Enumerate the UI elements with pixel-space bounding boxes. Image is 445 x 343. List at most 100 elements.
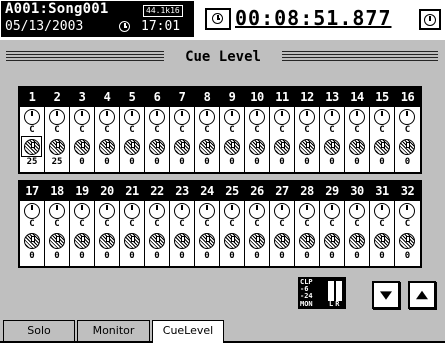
- channel-strip-3: 3 C 0: [70, 88, 95, 172]
- channel-number: 1: [20, 88, 44, 107]
- pan-value: C: [154, 219, 160, 229]
- sample-format-badge: 44.1k16: [143, 5, 183, 17]
- level-knob-icon[interactable]: [249, 233, 265, 249]
- pan-knob-icon[interactable]: [299, 109, 315, 125]
- title-decoration-right: [282, 51, 438, 63]
- pan-value: C: [204, 125, 210, 135]
- pan-knob-icon[interactable]: [224, 203, 240, 219]
- pan-knob-icon[interactable]: [149, 109, 165, 125]
- pan-knob-icon[interactable]: [124, 203, 140, 219]
- level-knob-icon[interactable]: [274, 233, 290, 249]
- level-knob-icon[interactable]: [274, 139, 290, 155]
- pan-knob-icon[interactable]: [149, 203, 165, 219]
- level-knob-icon[interactable]: [124, 139, 140, 155]
- counter-clock-icon[interactable]: [205, 8, 231, 30]
- channel-number: 9: [220, 88, 244, 107]
- tab-monitor[interactable]: Monitor: [77, 320, 150, 341]
- level-knob-icon[interactable]: [74, 139, 90, 155]
- pan-knob-icon[interactable]: [374, 109, 390, 125]
- level-knob-icon[interactable]: [124, 233, 140, 249]
- pan-knob-icon[interactable]: [324, 109, 340, 125]
- level-knob-icon[interactable]: [349, 233, 365, 249]
- pan-knob-icon[interactable]: [174, 109, 190, 125]
- level-knob-icon[interactable]: [199, 139, 215, 155]
- level-knob-icon[interactable]: [74, 233, 90, 249]
- channel-number: 32: [395, 182, 420, 201]
- pan-knob-icon[interactable]: [299, 203, 315, 219]
- scroll-up-button[interactable]: [408, 281, 436, 309]
- pan-knob-icon[interactable]: [74, 109, 90, 125]
- pan-knob-icon[interactable]: [74, 203, 90, 219]
- channel-grid-1-16: 1 C 25 2 C 25 3 C 0 4 C 0 5 C 0 6 C 0 7 C 0 8 C 0 9 C 0 10 C 0 11 C 0 12 C…: [18, 86, 422, 174]
- pan-knob-icon[interactable]: [249, 203, 265, 219]
- level-knob-icon[interactable]: [399, 139, 415, 155]
- level-knob-icon[interactable]: [324, 233, 340, 249]
- level-knob-icon[interactable]: [399, 233, 415, 249]
- song-time: 17:01: [141, 19, 181, 34]
- level-knob-icon[interactable]: [224, 233, 240, 249]
- pan-knob-icon[interactable]: [124, 109, 140, 125]
- pan-knob-icon[interactable]: [399, 203, 415, 219]
- page-title-bar: Cue Level: [6, 47, 438, 68]
- level-knob-icon[interactable]: [174, 139, 190, 155]
- level-value: 0: [179, 251, 185, 261]
- channel-number: 5: [120, 88, 144, 107]
- pan-knob-icon[interactable]: [374, 203, 390, 219]
- tab-solo[interactable]: Solo: [3, 320, 75, 341]
- pan-knob-icon[interactable]: [349, 109, 365, 125]
- channel-number: 2: [45, 88, 69, 107]
- pan-knob-icon[interactable]: [199, 203, 215, 219]
- level-knob-icon[interactable]: [99, 139, 115, 155]
- pan-knob-icon[interactable]: [324, 203, 340, 219]
- level-knob-icon[interactable]: [224, 139, 240, 155]
- pan-knob-icon[interactable]: [49, 203, 65, 219]
- level-knob-icon[interactable]: [349, 139, 365, 155]
- pan-knob-icon[interactable]: [24, 109, 40, 125]
- channel-number: 30: [345, 182, 369, 201]
- level-knob-icon[interactable]: [299, 233, 315, 249]
- level-value: 0: [79, 251, 85, 261]
- pan-knob-icon[interactable]: [174, 203, 190, 219]
- pan-knob-icon[interactable]: [399, 109, 415, 125]
- cue-level-meter: CLP -6 -24 MON LR: [298, 277, 346, 309]
- time-counter: 00:08:51.877: [235, 6, 392, 30]
- pan-knob-icon[interactable]: [24, 203, 40, 219]
- level-knob-icon[interactable]: [249, 139, 265, 155]
- pan-knob-icon[interactable]: [199, 109, 215, 125]
- pan-knob-icon[interactable]: [99, 203, 115, 219]
- level-knob-icon[interactable]: [174, 233, 190, 249]
- pan-value: C: [304, 125, 310, 135]
- level-knob-icon[interactable]: [324, 139, 340, 155]
- song-name: A001:Song001: [5, 1, 109, 17]
- level-knob-icon[interactable]: [49, 233, 65, 249]
- mtc-clock-icon[interactable]: [419, 9, 441, 30]
- scroll-down-button[interactable]: [372, 281, 400, 309]
- pan-knob-icon[interactable]: [349, 203, 365, 219]
- level-knob-icon[interactable]: [149, 233, 165, 249]
- level-knob-icon[interactable]: [374, 233, 390, 249]
- level-knob-icon[interactable]: [49, 139, 65, 155]
- pan-knob-icon[interactable]: [99, 109, 115, 125]
- pan-value: C: [179, 125, 185, 135]
- song-info-box[interactable]: A001:Song001 44.1k16 05/13/2003 17:01: [1, 1, 194, 37]
- pan-value: C: [279, 125, 285, 135]
- channel-number: 29: [320, 182, 344, 201]
- level-value: 0: [29, 251, 35, 261]
- pan-knob-icon[interactable]: [49, 109, 65, 125]
- pan-knob-icon[interactable]: [274, 203, 290, 219]
- channel-strip-16: 16 C 0: [395, 88, 420, 172]
- arrow-up-icon: [416, 290, 428, 300]
- pan-knob-icon[interactable]: [224, 109, 240, 125]
- pan-knob-icon[interactable]: [274, 109, 290, 125]
- level-knob-icon[interactable]: [199, 233, 215, 249]
- level-knob-icon[interactable]: [299, 139, 315, 155]
- level-knob-icon[interactable]: [99, 233, 115, 249]
- level-knob-icon[interactable]: [374, 139, 390, 155]
- pan-value: C: [279, 219, 285, 229]
- pan-value: C: [354, 125, 360, 135]
- channel-strip-27: 27 C 0: [270, 182, 295, 266]
- level-knob-icon[interactable]: [149, 139, 165, 155]
- tab-cuelevel[interactable]: CueLevel: [152, 320, 224, 343]
- level-knob-icon[interactable]: [24, 233, 40, 249]
- pan-knob-icon[interactable]: [249, 109, 265, 125]
